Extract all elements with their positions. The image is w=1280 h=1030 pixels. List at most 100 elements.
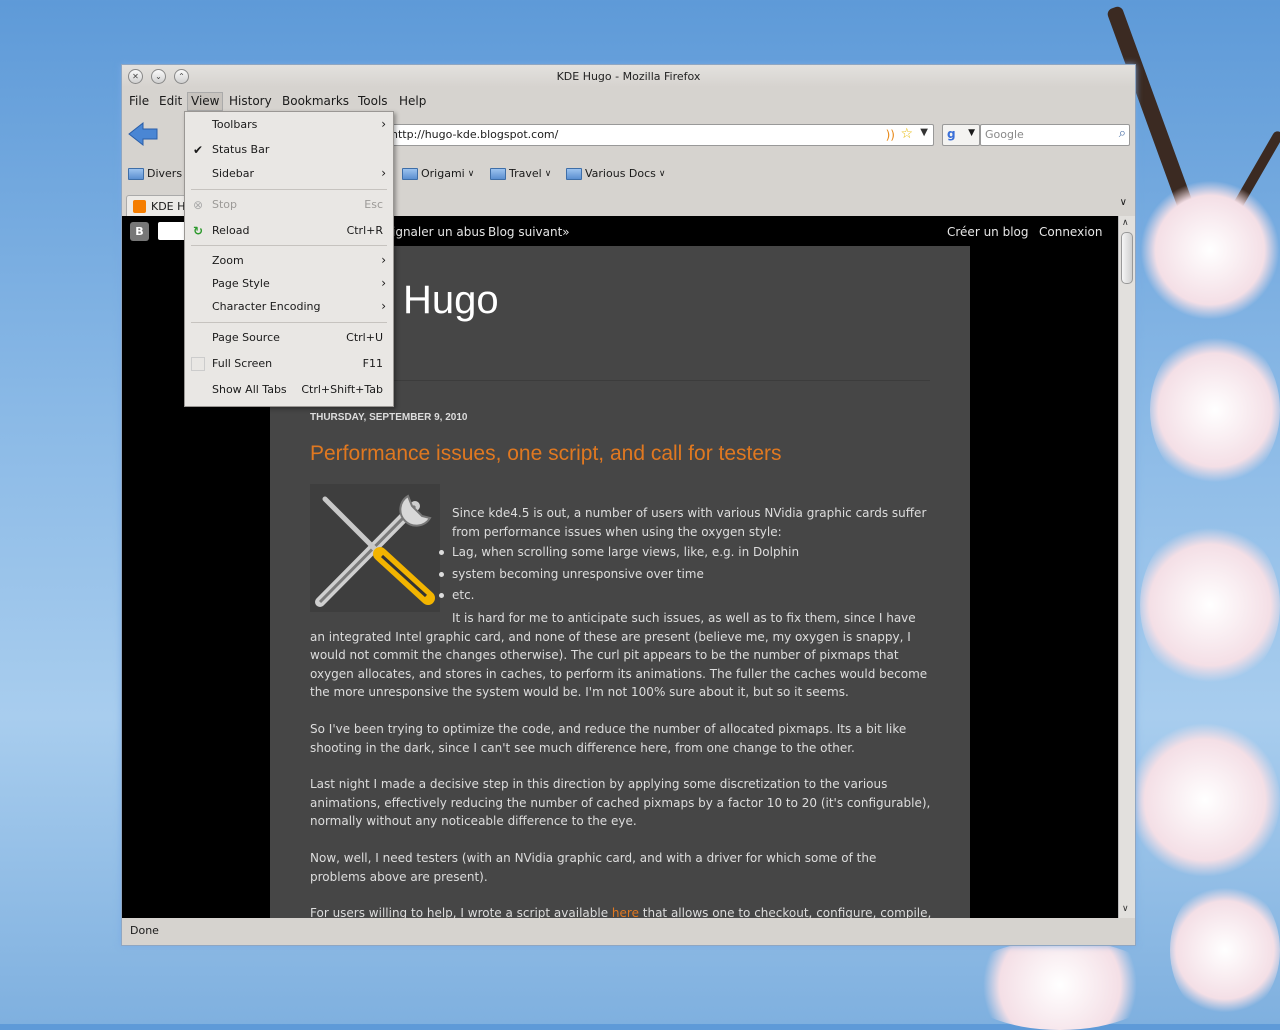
menu-edit[interactable]: Edit xyxy=(159,94,182,108)
blog-title[interactable]: Hugo xyxy=(403,278,499,323)
post-paragraph: Last night I made a decisive step in thi… xyxy=(310,777,931,829)
search-icon[interactable]: ⌕ xyxy=(1119,126,1126,141)
window-title: KDE Hugo - Mozilla Firefox xyxy=(556,70,701,83)
chevron-down-icon: ▼ xyxy=(968,128,975,138)
bookmark-folder-origami[interactable]: Origami ∨ xyxy=(402,167,474,180)
menu-item-label: Page Style xyxy=(212,277,270,290)
menu-item-shortcut: F11 xyxy=(362,357,383,370)
submenu-arrow-icon: › xyxy=(381,166,386,180)
menu-item-show-all-tabs[interactable]: Show All Tabs Ctrl+Shift+Tab xyxy=(185,380,393,400)
divider xyxy=(310,380,930,381)
chevron-down-icon: ∨ xyxy=(658,168,666,179)
menu-item-zoom[interactable]: Zoom › xyxy=(185,251,393,271)
reload-icon: ↻ xyxy=(192,224,204,238)
post-title[interactable]: Performance issues, one script, and call… xyxy=(310,442,782,466)
view-menu-dropdown: Toolbars › ✔ Status Bar Sidebar › ⊗ Stop… xyxy=(184,111,394,407)
menu-item-label: Full Screen xyxy=(212,357,273,370)
menu-item-label: Page Source xyxy=(212,331,280,344)
scroll-up-icon[interactable]: ∧ xyxy=(1122,218,1129,228)
menu-item-toolbars[interactable]: Toolbars › xyxy=(185,115,393,135)
stop-icon: ⊗ xyxy=(192,198,204,212)
folder-icon xyxy=(490,167,506,180)
tab-label: KDE H xyxy=(151,200,186,213)
menu-item-character-encoding[interactable]: Character Encoding › xyxy=(185,297,393,317)
bookmark-label: Divers xyxy=(147,167,183,180)
menu-item-shortcut: Ctrl+R xyxy=(346,224,383,237)
menu-item-shortcut: Ctrl+U xyxy=(346,331,383,344)
tab-kde-hugo[interactable]: KDE H xyxy=(126,195,188,216)
menu-item-page-source[interactable]: Page Source Ctrl+U xyxy=(185,328,393,348)
menu-tools[interactable]: Tools xyxy=(358,94,388,108)
scrollbar-thumb[interactable] xyxy=(1121,232,1133,284)
folder-icon xyxy=(566,167,582,180)
search-engine-selector[interactable]: g ▼ xyxy=(942,124,980,146)
vertical-scrollbar[interactable]: ∧ ∨ xyxy=(1118,216,1135,918)
list-all-tabs-icon[interactable]: ∨ xyxy=(1120,197,1127,208)
post-body: Since kde4.5 is out, a number of users w… xyxy=(310,504,932,918)
menu-separator xyxy=(191,189,387,190)
status-text: Done xyxy=(130,924,159,937)
menu-file[interactable]: File xyxy=(129,94,149,108)
create-blog-link[interactable]: Créer un blog xyxy=(947,225,1029,239)
wallpaper-blossom xyxy=(1150,330,1280,490)
menu-separator xyxy=(191,322,387,323)
menu-bookmarks[interactable]: Bookmarks xyxy=(282,94,349,108)
menu-history[interactable]: History xyxy=(229,94,272,108)
menu-separator xyxy=(191,245,387,246)
search-input[interactable]: Google ⌕ xyxy=(980,124,1130,146)
scroll-down-icon[interactable]: ∨ xyxy=(1122,904,1129,914)
post-paragraph: So I've been trying to optimize the code… xyxy=(310,721,907,755)
submenu-arrow-icon: › xyxy=(381,117,386,131)
post-paragraph: It is hard for me to anticipate such iss… xyxy=(310,610,928,700)
blogger-favicon-icon xyxy=(133,200,146,213)
menu-item-status-bar[interactable]: ✔ Status Bar xyxy=(185,140,393,160)
wallpaper-blossom xyxy=(960,940,1160,1030)
blogger-logo-icon[interactable]: B xyxy=(130,222,149,241)
menu-item-shortcut: Esc xyxy=(364,198,383,211)
menu-item-label: Reload xyxy=(212,224,250,237)
menu-item-reload[interactable]: ↻ Reload Ctrl+R xyxy=(185,221,393,241)
next-blog-link[interactable]: Blog suivant» xyxy=(488,225,570,239)
submenu-arrow-icon: › xyxy=(381,299,386,313)
titlebar: ✕ ⌄ ⌃ KDE Hugo - Mozilla Firefox xyxy=(122,65,1135,87)
wallpaper-blossom xyxy=(1130,720,1280,880)
menu-item-full-screen[interactable]: Full Screen F11 xyxy=(185,354,393,374)
menu-item-label: Status Bar xyxy=(212,143,270,156)
folder-icon xyxy=(128,167,144,180)
post-date: THURSDAY, SEPTEMBER 9, 2010 xyxy=(310,412,468,423)
menu-item-label: Toolbars xyxy=(212,118,258,131)
chevron-down-icon: ∨ xyxy=(544,168,552,179)
wallpaper-blossom xyxy=(1140,180,1280,320)
list-item: Lag, when scrolling some large views, li… xyxy=(439,543,932,562)
submenu-arrow-icon: › xyxy=(381,253,386,267)
checkmark-icon: ✔ xyxy=(192,143,204,157)
menu-item-sidebar[interactable]: Sidebar › xyxy=(185,164,393,184)
bookmark-star-icon[interactable]: ☆ xyxy=(900,126,913,142)
menu-help[interactable]: Help xyxy=(399,94,426,108)
bookmark-folder-travel[interactable]: Travel ∨ xyxy=(490,167,551,180)
list-item: system becoming unresponsive over time xyxy=(439,565,932,584)
search-placeholder: Google xyxy=(985,128,1024,141)
bookmark-folder-various-docs[interactable]: Various Docs ∨ xyxy=(566,167,666,180)
login-link[interactable]: Connexion xyxy=(1039,225,1103,239)
menu-item-label: Sidebar xyxy=(212,167,255,180)
url-bar[interactable]: http://hugo-kde.blogspot.com/ )) ☆ ▼ xyxy=(382,124,934,146)
google-icon: g xyxy=(947,127,956,141)
menubar: File Edit View History Bookmarks Tools H… xyxy=(122,91,1135,111)
menu-item-label: Zoom xyxy=(212,254,244,267)
post-paragraph: Now, well, I need testers (with an NVidi… xyxy=(310,850,877,884)
menu-view[interactable]: View xyxy=(187,92,224,111)
script-link[interactable]: here xyxy=(612,906,639,918)
menu-item-label: Stop xyxy=(212,198,238,211)
url-dropdown-icon[interactable]: ▼ xyxy=(920,127,928,138)
back-arrow-icon[interactable] xyxy=(127,121,159,147)
bookmark-label: Origami xyxy=(421,167,465,180)
rss-feed-icon[interactable]: )) xyxy=(886,128,895,142)
menu-item-label: Character Encoding xyxy=(212,300,321,313)
report-abuse-link[interactable]: ignaler un abus xyxy=(392,225,485,239)
menu-item-page-style[interactable]: Page Style › xyxy=(185,274,393,294)
bookmark-folder-divers[interactable]: Divers xyxy=(128,167,182,180)
issue-list: Lag, when scrolling some large views, li… xyxy=(439,543,932,605)
bookmark-label: Travel xyxy=(509,167,542,180)
status-bar: Done xyxy=(122,920,1135,944)
